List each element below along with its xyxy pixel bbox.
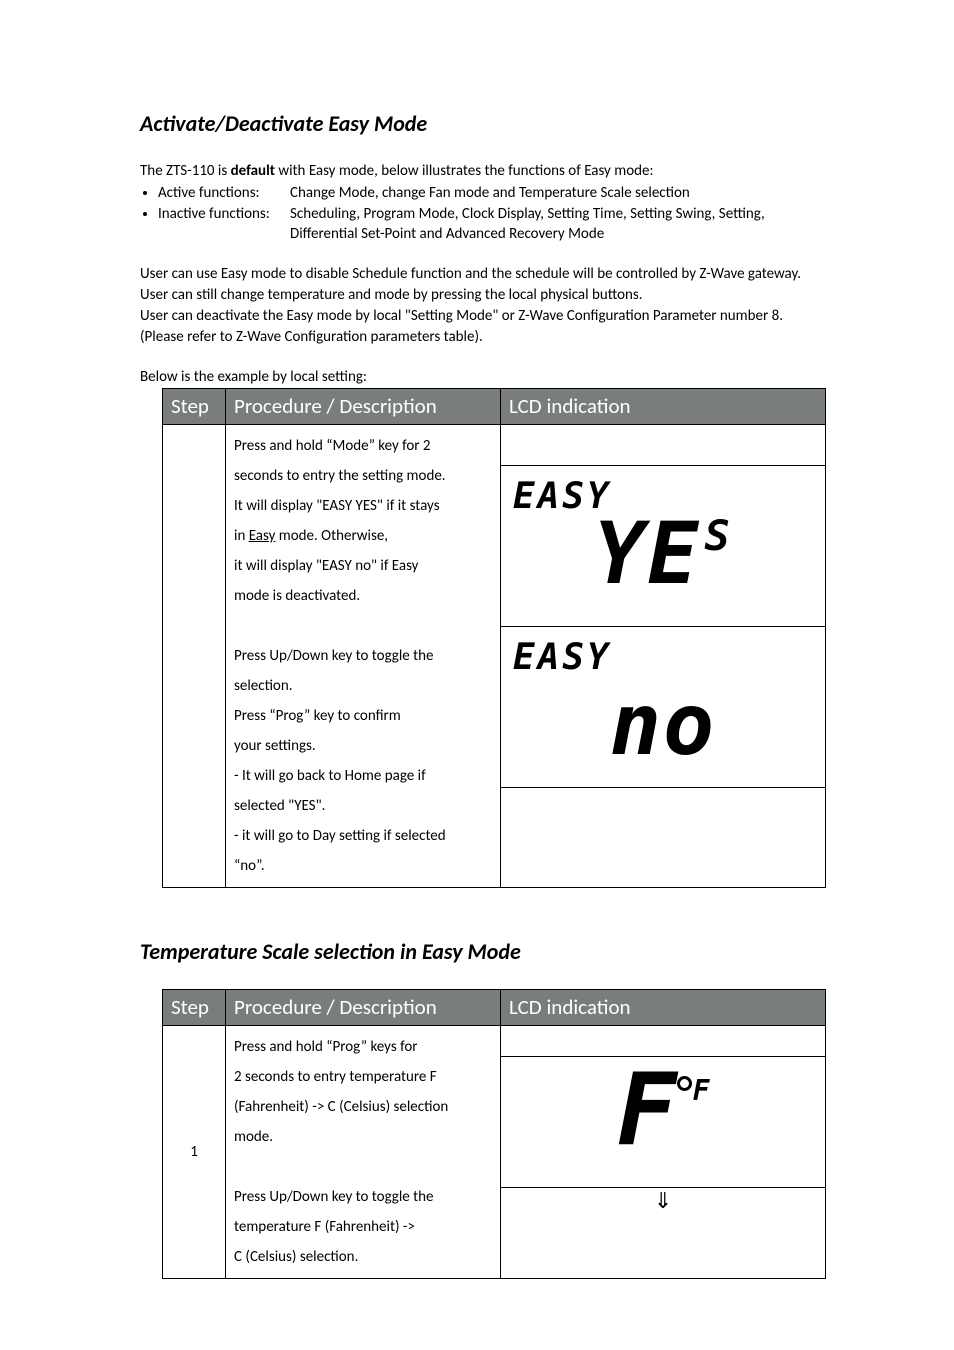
th-step: Step [163, 389, 226, 425]
desc-l3b-pre: in [234, 527, 249, 545]
desc2-l5: Press Up/Down key to toggle the [234, 1182, 492, 1212]
desc-l10: - It will go back to Home page if [234, 761, 492, 791]
degree-icon [677, 1076, 692, 1091]
function-bullets: Active functions: Change Mode, change Fa… [140, 183, 824, 224]
lcd-cell: EASY YES EASY no [501, 425, 826, 888]
temp-scale-table: Step Procedure / Description LCD indicat… [162, 989, 826, 1279]
section2-title: Temperature Scale selection in Easy Mode [140, 938, 824, 965]
th-lcd: LCD indication [501, 990, 826, 1026]
bullet-inactive: Inactive functions: Scheduling, Program … [158, 204, 824, 224]
step-cell: 1 [163, 1026, 226, 1279]
bullet2-text: Scheduling, Program Mode, Clock Display,… [290, 204, 765, 224]
th-proc: Procedure / Description [226, 990, 501, 1026]
lcd-big-f: F [616, 1067, 676, 1152]
bullet1-text: Change Mode, change Fan mode and Tempera… [290, 183, 690, 203]
lcd-f-display: F F [501, 1067, 825, 1187]
desc2-l2: 2 seconds to entry temperature F [234, 1062, 492, 1092]
desc-l3b-post: mode. Otherwise, [275, 527, 388, 545]
example-caption: Below is the example by local setting: [140, 368, 824, 386]
bullet2-label: Inactive functions: [158, 204, 290, 224]
paragraph1: User can use Easy mode to disable Schedu… [140, 264, 824, 348]
table-row: Press and hold “Mode” key for 2 seconds … [163, 425, 826, 888]
desc-l3b-u: Easy [249, 527, 276, 545]
desc-l4: it will display "EASY no" if Easy [234, 551, 492, 581]
para1-text: User can use Easy mode to disable Schedu… [140, 265, 801, 304]
desc-l13: “no”. [234, 851, 492, 881]
desc-l9: your settings. [234, 731, 492, 761]
desc-l3a: It will display "EASY YES" if it stays [234, 491, 492, 521]
intro-rest: with Easy mode, below illustrates the fu… [275, 162, 654, 180]
desc2-l3: (Fahrenheit) -> C (Celsius) selection [234, 1092, 492, 1122]
desc-l8: Press “Prog” key to confirm [234, 701, 492, 731]
description-cell: Press and hold “Mode” key for 2 seconds … [226, 425, 501, 888]
lcd-no: EASY no [501, 627, 825, 787]
th-lcd: LCD indication [501, 389, 826, 425]
lcd-unit-f: F [693, 1074, 710, 1107]
desc-gap [234, 611, 492, 641]
intro-pre: The ZTS-110 is [140, 162, 231, 180]
intro-line: The ZTS-110 is default with Easy mode, b… [140, 161, 824, 181]
section1-title: Activate/Deactivate Easy Mode [140, 110, 824, 137]
desc2-l7: C (Celsius) selection. [234, 1242, 492, 1272]
desc-l2: seconds to entry the setting mode. [234, 461, 492, 491]
table-header-row: Step Procedure / Description LCD indicat… [163, 990, 826, 1026]
easy-mode-table: Step Procedure / Description LCD indicat… [162, 388, 826, 888]
table-row: 1 Press and hold “Prog” keys for 2 secon… [163, 1026, 826, 1279]
desc2-l6: temperature F (Fahrenheit) -> [234, 1212, 492, 1242]
desc-l11: selected "YES". [234, 791, 492, 821]
lcd2-label: EASY [507, 637, 819, 678]
table-header-row: Step Procedure / Description LCD indicat… [163, 389, 826, 425]
lcd2-main: no [507, 678, 819, 765]
lcd1-main: YE [594, 505, 700, 604]
lcd1-sub: S [701, 517, 732, 555]
intro-bold: default [231, 162, 275, 180]
desc-l7: selection. [234, 671, 492, 701]
lcd-yes: EASY YES [501, 466, 825, 626]
bullet1-label: Active functions: [158, 183, 290, 203]
desc-l5: mode is deactivated. [234, 581, 492, 611]
desc2-gap [234, 1152, 492, 1182]
desc-l1: Press and hold “Mode” key for 2 [234, 431, 492, 461]
bullet2-continuation: Differential Set-Point and Advanced Reco… [290, 224, 824, 244]
th-step: Step [163, 990, 226, 1026]
desc-l6: Press Up/Down key to toggle the [234, 641, 492, 671]
step-cell [163, 425, 226, 888]
description-cell: Press and hold “Prog” keys for 2 seconds… [226, 1026, 501, 1279]
lcd-cell-f: F F ⇓ [501, 1026, 826, 1279]
desc-l3b: in Easy mode. Otherwise, [234, 521, 492, 551]
down-arrow-icon: ⇓ [501, 1188, 825, 1214]
desc2-l1: Press and hold “Prog” keys for [234, 1032, 492, 1062]
bullet-active: Active functions: Change Mode, change Fa… [158, 183, 824, 203]
lcd1-value: YES [507, 517, 819, 594]
para2-text: User can deactivate the Easy mode by loc… [140, 307, 783, 346]
desc-l12: - it will go to Day setting if selected [234, 821, 492, 851]
th-proc: Procedure / Description [226, 389, 501, 425]
lcd-deg-f: F [677, 1067, 710, 1108]
desc2-l4: mode. [234, 1122, 492, 1152]
